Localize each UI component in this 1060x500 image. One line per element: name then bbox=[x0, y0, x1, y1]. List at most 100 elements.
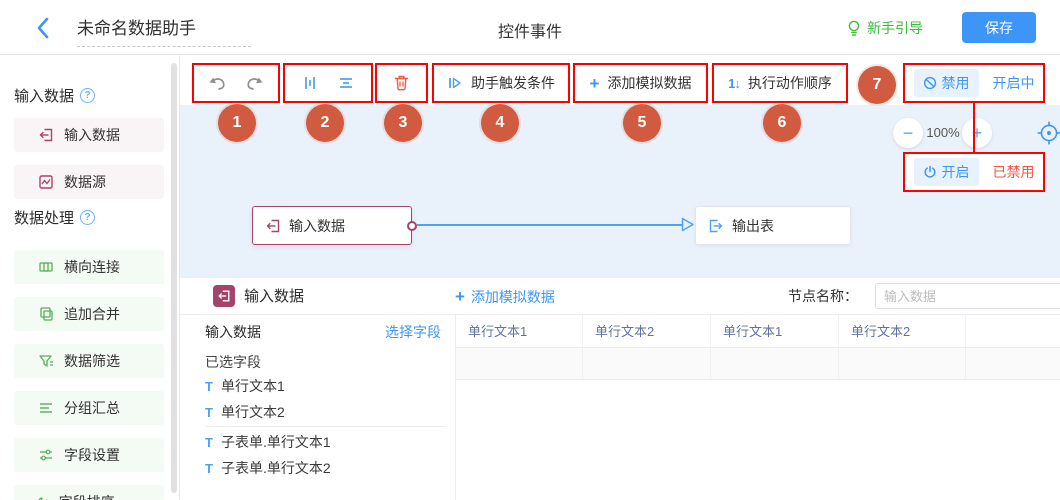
trigger-label: 助手触发条件 bbox=[471, 73, 555, 93]
sidebar-item-data-filter[interactable]: 数据筛选 bbox=[14, 344, 164, 378]
sidebar-item-input-data[interactable]: 输入数据 bbox=[14, 118, 164, 152]
disable-button[interactable]: 禁用 bbox=[914, 69, 979, 97]
table-header-cell bbox=[966, 315, 1060, 347]
zoom-out-button[interactable]: − bbox=[893, 118, 923, 148]
sort-order-icon: 1↓ bbox=[728, 76, 740, 91]
group-summary-icon bbox=[38, 400, 54, 416]
annotation-badge-1: 1 bbox=[218, 104, 256, 142]
append-merge-icon bbox=[38, 306, 54, 322]
toolbar-group-delete bbox=[375, 63, 428, 103]
node-output-icon bbox=[708, 218, 724, 234]
table-cell[interactable] bbox=[839, 348, 966, 379]
field-label: 单行文本1 bbox=[221, 376, 285, 396]
help-icon[interactable]: ? bbox=[80, 88, 95, 103]
disable-label: 禁用 bbox=[942, 73, 970, 93]
sidebar-item-append-merge[interactable]: 追加合并 bbox=[14, 297, 164, 331]
sidebar-section-data-processing: 数据处理 ? bbox=[14, 207, 95, 228]
table-header-cell[interactable]: 单行文本1 bbox=[711, 315, 839, 347]
sidebar-item-group-summary[interactable]: 分组汇总 bbox=[14, 391, 164, 425]
field-label: 单行文本2 bbox=[221, 402, 285, 422]
toolbar-group-action-order[interactable]: 1↓ 执行动作顺序 bbox=[712, 63, 848, 103]
plus-icon: + bbox=[455, 288, 465, 305]
top-bar: 未命名数据助手 控件事件 新手引导 保存 bbox=[0, 0, 1060, 55]
sidebar-item-label: 字段排序 bbox=[59, 492, 115, 500]
datasource-icon bbox=[38, 174, 54, 190]
disabled-status-label[interactable]: 已禁用 bbox=[993, 162, 1035, 182]
toolbar-group-add-mock[interactable]: + 添加模拟数据 bbox=[573, 63, 708, 103]
field-list-item[interactable]: T 单行文本1 bbox=[205, 376, 285, 396]
toolbar-group-align bbox=[283, 63, 373, 103]
table-cell[interactable] bbox=[456, 348, 583, 379]
panel-body: 输入数据 选择字段 已选字段 T 单行文本1 T 单行文本2 T 子表单.单行文… bbox=[180, 315, 1060, 500]
field-list-item[interactable]: T 子表单.单行文本1 bbox=[205, 432, 331, 452]
sidebar-section-input-data: 输入数据 ? bbox=[14, 85, 95, 106]
input-import-icon bbox=[38, 127, 54, 143]
help-icon[interactable]: ? bbox=[80, 210, 95, 225]
field-settings-icon bbox=[38, 447, 54, 463]
field-label: 子表单.单行文本1 bbox=[221, 432, 331, 452]
horizontal-join-icon bbox=[38, 259, 54, 275]
sidebar-item-horizontal-join[interactable]: 横向连接 bbox=[14, 250, 164, 284]
node-label: 输出表 bbox=[732, 216, 774, 236]
sidebar-item-datasource[interactable]: 数据源 bbox=[14, 165, 164, 199]
node-output-table[interactable]: 输出表 bbox=[695, 206, 851, 245]
document-title[interactable]: 未命名数据助手 bbox=[77, 14, 251, 47]
trash-icon[interactable] bbox=[393, 74, 410, 92]
filter-icon bbox=[38, 353, 54, 369]
sidebar-item-field-sort[interactable]: 1↓ 字段排序 bbox=[14, 485, 164, 500]
table-cell[interactable] bbox=[711, 348, 839, 379]
save-button[interactable]: 保存 bbox=[962, 12, 1036, 43]
select-fields-link[interactable]: 选择字段 bbox=[385, 322, 441, 342]
annotation-badge-3: 3 bbox=[384, 104, 422, 142]
beginner-guide-link[interactable]: 新手引导 bbox=[846, 18, 923, 38]
add-mock-data-link[interactable]: + 添加模拟数据 bbox=[455, 278, 555, 315]
table-cell[interactable] bbox=[583, 348, 711, 379]
node-label: 输入数据 bbox=[289, 216, 345, 236]
toolbar-group-trigger[interactable]: 助手触发条件 bbox=[432, 63, 570, 103]
selected-fields-header: 已选字段 bbox=[205, 352, 261, 372]
node-output-port[interactable] bbox=[407, 221, 417, 231]
table-row[interactable] bbox=[456, 348, 1060, 380]
redo-icon[interactable] bbox=[244, 75, 264, 91]
field-list-item[interactable]: T 单行文本2 bbox=[205, 402, 285, 422]
main-area: 助手触发条件 + 添加模拟数据 1↓ 执行动作顺序 禁用 开启中 1 2 3 4… bbox=[180, 55, 1060, 500]
plus-icon: + bbox=[590, 75, 600, 92]
annotation-badge-6: 6 bbox=[763, 104, 801, 142]
node-input-icon bbox=[265, 218, 281, 234]
table-header-cell[interactable]: 单行文本1 bbox=[456, 315, 583, 347]
enable-button[interactable]: 开启 bbox=[914, 158, 979, 186]
action-order-label: 执行动作顺序 bbox=[748, 73, 832, 93]
node-name-input[interactable] bbox=[875, 283, 1060, 309]
undo-icon[interactable] bbox=[208, 75, 228, 91]
sidebar-scrollbar[interactable] bbox=[171, 63, 177, 493]
annotation-badge-7: 7 bbox=[858, 66, 896, 104]
text-type-icon: T bbox=[205, 435, 213, 450]
field-list-divider bbox=[205, 426, 445, 427]
sidebar-item-field-settings[interactable]: 字段设置 bbox=[14, 438, 164, 472]
sidebar-item-label: 字段设置 bbox=[64, 445, 120, 465]
locate-target-icon[interactable] bbox=[1036, 120, 1060, 146]
beginner-guide-label: 新手引导 bbox=[867, 18, 923, 38]
node-input-data[interactable]: 输入数据 bbox=[252, 206, 412, 245]
field-label: 子表单.单行文本2 bbox=[221, 458, 331, 478]
ban-icon bbox=[923, 76, 937, 90]
table-header-cell[interactable]: 单行文本2 bbox=[839, 315, 966, 347]
toolbar-group-enable-toggle: 禁用 开启中 bbox=[903, 63, 1045, 103]
field-list-item[interactable]: T 子表单.单行文本2 bbox=[205, 458, 331, 478]
align-horizontal-icon[interactable] bbox=[338, 75, 354, 91]
back-icon[interactable] bbox=[36, 17, 50, 39]
sidebar-item-label: 分组汇总 bbox=[64, 398, 120, 418]
flow-edge bbox=[417, 224, 683, 226]
panel-header: 输入数据 + 添加模拟数据 节点名称： bbox=[180, 278, 1060, 315]
table-header-cell[interactable]: 单行文本2 bbox=[583, 315, 711, 347]
sidebar: 输入数据 ? 输入数据 数据源 数据处理 ? 横向连接 追加合并 数据筛选 bbox=[0, 55, 180, 500]
toolbar-group-undo-redo bbox=[192, 63, 280, 103]
zoom-in-button[interactable]: + bbox=[962, 118, 992, 148]
enabled-status-label[interactable]: 开启中 bbox=[993, 73, 1035, 93]
align-vertical-icon[interactable] bbox=[302, 75, 318, 91]
section-title: 输入数据 bbox=[14, 85, 74, 106]
annotation-badge-4: 4 bbox=[481, 104, 519, 142]
input-node-badge-icon bbox=[213, 285, 235, 307]
text-type-icon: T bbox=[205, 405, 213, 420]
annotation-box-enable-toggle: 开启 已禁用 bbox=[903, 152, 1045, 192]
